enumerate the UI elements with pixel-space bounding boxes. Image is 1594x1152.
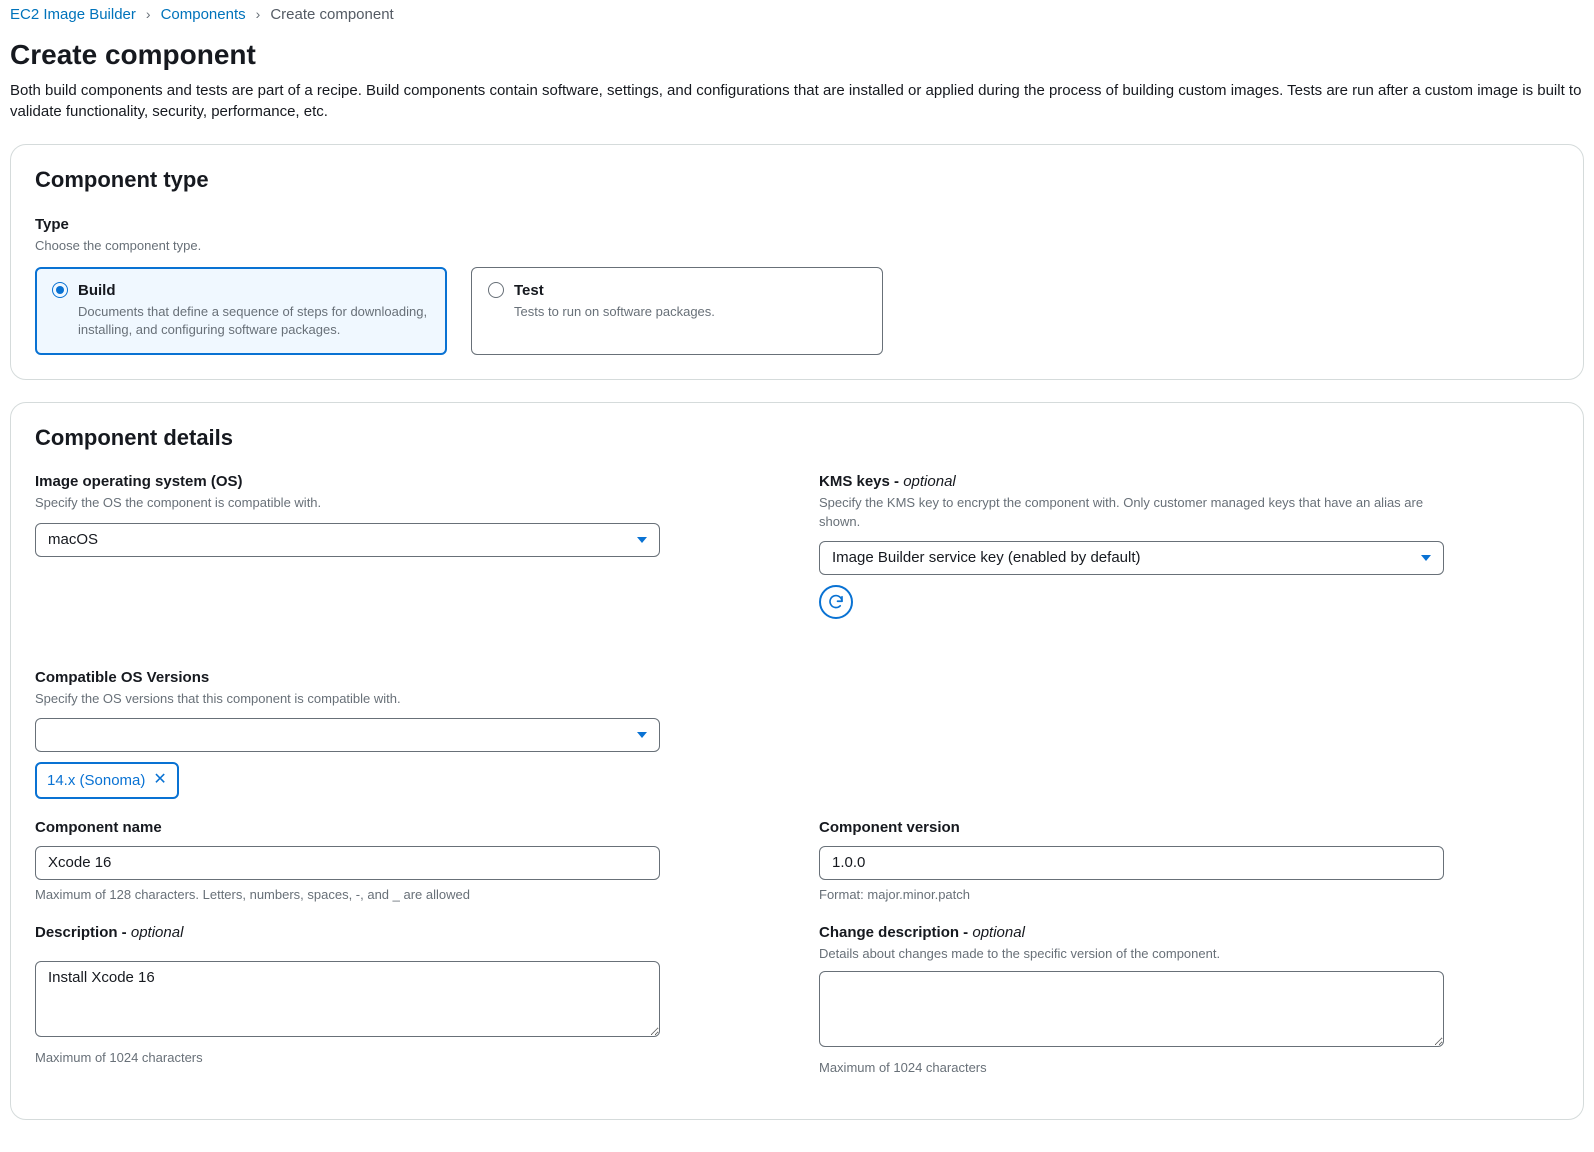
breadcrumb: EC2 Image Builder › Components › Create … bbox=[10, 0, 1584, 33]
kms-select[interactable]: Image Builder service key (enabled by de… bbox=[819, 541, 1444, 575]
change-description-label: Change description - optional bbox=[819, 922, 1444, 943]
radio-icon bbox=[52, 282, 68, 298]
type-option-build-desc: Documents that define a sequence of step… bbox=[78, 303, 430, 339]
change-description-hint: Details about changes made to the specif… bbox=[819, 945, 1444, 963]
description-label: Description - optional bbox=[35, 922, 660, 943]
type-field-label: Type bbox=[35, 214, 1559, 235]
radio-icon bbox=[488, 282, 504, 298]
component-type-panel: Component type Type Choose the component… bbox=[10, 144, 1584, 379]
os-field: Image operating system (OS) Specify the … bbox=[35, 471, 660, 618]
os-select[interactable]: macOS bbox=[35, 523, 660, 557]
type-option-build-title: Build bbox=[78, 280, 430, 301]
page-title: Create component bbox=[10, 35, 1584, 74]
version-input[interactable] bbox=[819, 846, 1444, 880]
os-versions-select[interactable] bbox=[35, 718, 660, 752]
chevron-right-icon: › bbox=[146, 5, 151, 25]
kms-field: KMS keys - optional Specify the KMS key … bbox=[819, 471, 1444, 618]
version-label: Component version bbox=[819, 817, 1444, 838]
description-textarea[interactable] bbox=[35, 961, 660, 1037]
type-option-test-desc: Tests to run on software packages. bbox=[514, 303, 715, 321]
type-field-hint: Choose the component type. bbox=[35, 237, 1559, 255]
change-description-label-optional: optional bbox=[972, 924, 1025, 941]
os-versions-field: Compatible OS Versions Specify the OS ve… bbox=[35, 667, 660, 799]
kms-label: KMS keys - optional bbox=[819, 471, 1444, 492]
breadcrumb-link-service[interactable]: EC2 Image Builder bbox=[10, 4, 136, 25]
kms-refresh-button[interactable] bbox=[819, 585, 853, 619]
description-label-prefix: Description - bbox=[35, 924, 131, 941]
kms-label-prefix: KMS keys - bbox=[819, 473, 903, 490]
name-label: Component name bbox=[35, 817, 660, 838]
caret-down-icon bbox=[1421, 555, 1431, 561]
refresh-icon bbox=[827, 593, 845, 611]
version-help: Format: major.minor.patch bbox=[819, 886, 1444, 904]
caret-down-icon bbox=[637, 537, 647, 543]
change-description-field: Change description - optional Details ab… bbox=[819, 922, 1444, 1077]
version-field: Component version Format: major.minor.pa… bbox=[819, 817, 1444, 904]
name-field: Component name Maximum of 128 characters… bbox=[35, 817, 660, 904]
type-option-test[interactable]: Test Tests to run on software packages. bbox=[471, 267, 883, 354]
type-option-test-title: Test bbox=[514, 280, 715, 301]
os-select-value: macOS bbox=[48, 529, 98, 550]
os-versions-hint: Specify the OS versions that this compon… bbox=[35, 690, 660, 708]
name-input[interactable] bbox=[35, 846, 660, 880]
os-version-chip-label: 14.x (Sonoma) bbox=[47, 770, 145, 791]
kms-hint: Specify the KMS key to encrypt the compo… bbox=[819, 494, 1444, 530]
breadcrumb-current: Create component bbox=[270, 4, 393, 25]
change-description-label-prefix: Change description - bbox=[819, 924, 972, 941]
os-version-chip[interactable]: 14.x (Sonoma) ✕ bbox=[35, 762, 179, 799]
description-field: Description - optional Maximum of 1024 c… bbox=[35, 922, 660, 1077]
panel-title: Component type bbox=[35, 165, 1559, 196]
caret-down-icon bbox=[637, 732, 647, 738]
os-hint: Specify the OS the component is compatib… bbox=[35, 494, 660, 512]
change-description-textarea[interactable] bbox=[819, 971, 1444, 1047]
type-option-build[interactable]: Build Documents that define a sequence o… bbox=[35, 267, 447, 354]
close-icon[interactable]: ✕ bbox=[153, 772, 166, 788]
panel-title: Component details bbox=[35, 423, 1559, 454]
breadcrumb-link-components[interactable]: Components bbox=[161, 4, 246, 25]
change-description-help: Maximum of 1024 characters bbox=[819, 1059, 1444, 1077]
kms-select-value: Image Builder service key (enabled by de… bbox=[832, 547, 1141, 568]
chevron-right-icon: › bbox=[256, 5, 261, 25]
os-label: Image operating system (OS) bbox=[35, 471, 660, 492]
name-help: Maximum of 128 characters. Letters, numb… bbox=[35, 886, 660, 904]
os-versions-label: Compatible OS Versions bbox=[35, 667, 660, 688]
page-description: Both build components and tests are part… bbox=[10, 80, 1584, 122]
component-details-panel: Component details Image operating system… bbox=[10, 402, 1584, 1121]
description-help: Maximum of 1024 characters bbox=[35, 1049, 660, 1067]
kms-label-optional: optional bbox=[903, 473, 956, 490]
description-label-optional: optional bbox=[131, 924, 184, 941]
